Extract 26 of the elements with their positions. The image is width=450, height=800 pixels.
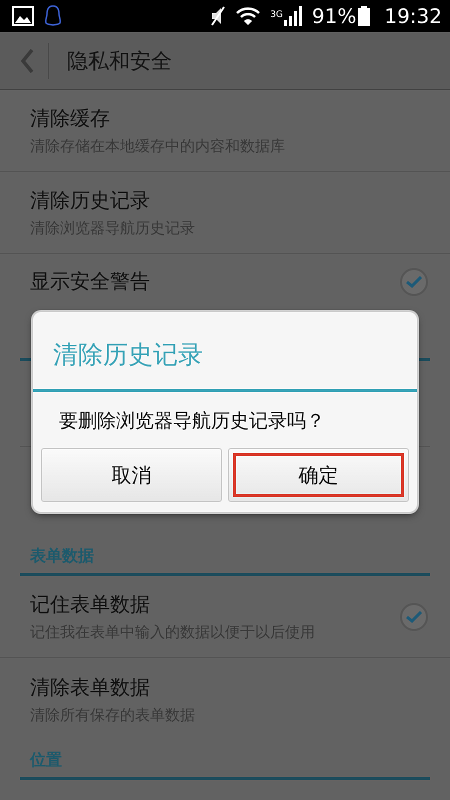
checkmark-icon xyxy=(406,610,422,622)
battery-level: 91% xyxy=(312,4,356,28)
screen-title: 隐私和安全 xyxy=(67,48,172,74)
picture-icon xyxy=(12,6,34,26)
item-title: 显示安全警告 xyxy=(30,268,151,295)
wifi-icon xyxy=(236,7,260,25)
figure-outline-icon xyxy=(44,5,62,27)
item-title: 清除历史记录 xyxy=(30,187,151,214)
battery-icon xyxy=(358,6,370,26)
checkbox[interactable] xyxy=(400,602,428,630)
section-header: 位置 xyxy=(20,740,430,780)
dialog-button[interactable]: 确定 xyxy=(228,448,409,502)
signal-icon xyxy=(284,6,302,26)
dialog-button[interactable]: 取消 xyxy=(41,448,222,502)
chevron-left-icon xyxy=(20,48,34,74)
item-title: 清除缓存 xyxy=(30,105,111,132)
network-type: 3G xyxy=(270,10,283,20)
dialog-message: 要删除浏览器导航历史记录吗？ xyxy=(58,409,326,434)
clock: 19:32 xyxy=(384,4,442,28)
checkmark-icon xyxy=(406,276,422,288)
mute-icon xyxy=(210,6,226,26)
item-title: 清除表单数据 xyxy=(30,674,151,700)
dialog-title: 清除历史记录 xyxy=(33,312,417,392)
section-header: 表单数据 xyxy=(20,536,430,576)
item-title: 记住表单数据 xyxy=(30,591,151,618)
checkbox[interactable] xyxy=(400,268,428,296)
